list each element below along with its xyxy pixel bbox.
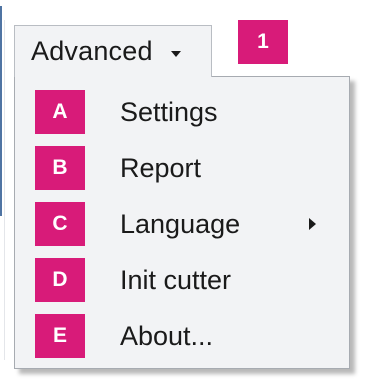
menu-item-label: Settings: [120, 97, 218, 127]
advanced-menu-label: Advanced: [31, 36, 153, 66]
menu-item-language[interactable]: C Language: [15, 202, 349, 254]
window-edge-divider: [4, 20, 5, 360]
menu-item-label: About...: [120, 321, 214, 351]
chevron-down-icon: [170, 50, 181, 57]
advanced-dropdown-menu: A Settings B Report C Language D Init cu…: [14, 76, 350, 369]
menu-badge-c: C: [35, 202, 85, 246]
menu-item-settings[interactable]: A Settings: [15, 90, 349, 142]
advanced-menu-button[interactable]: Advanced: [14, 25, 212, 77]
menu-item-init-cutter[interactable]: D Init cutter: [15, 258, 349, 310]
menu-item-about[interactable]: E About...: [15, 314, 349, 366]
menu-badge-b: B: [35, 146, 85, 190]
menu-item-report[interactable]: B Report: [15, 146, 349, 198]
menu-badge-e: E: [35, 314, 85, 358]
menu-badge-a: A: [35, 90, 85, 134]
callout-badge-1: 1: [238, 20, 288, 64]
submenu-arrow-icon: [309, 218, 316, 230]
menu-item-label: Init cutter: [120, 265, 232, 295]
menu-item-label: Report: [120, 153, 202, 183]
menu-item-label: Language: [120, 209, 241, 239]
menu-badge-d: D: [35, 258, 85, 302]
window-edge-accent: [0, 6, 2, 216]
